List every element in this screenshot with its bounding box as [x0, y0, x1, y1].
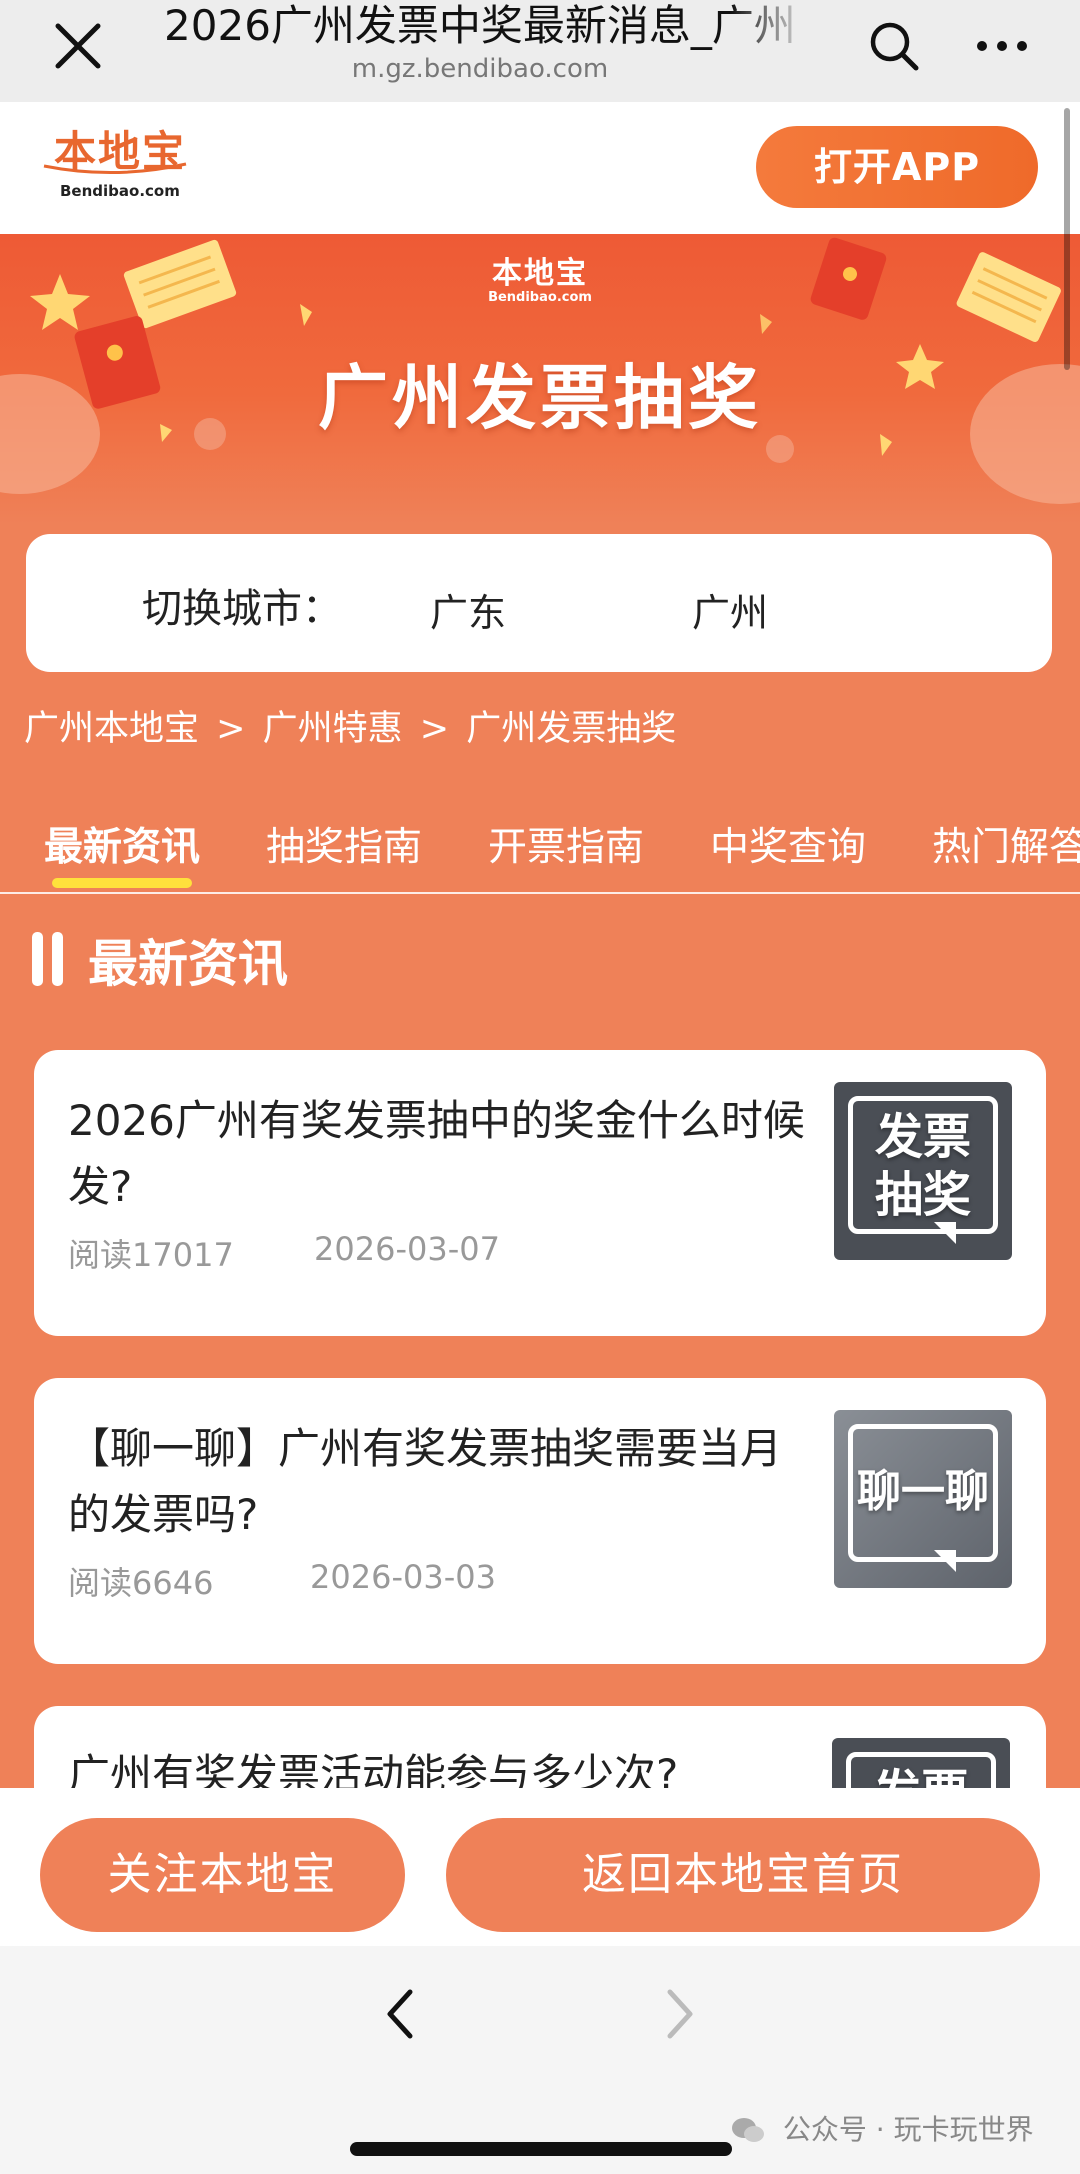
article-title[interactable]: 2026广州有奖发票抽中的奖金什么时候发?	[68, 1088, 808, 1220]
bubble-tail-icon	[934, 1222, 956, 1244]
tab-latest-news[interactable]: 最新资讯	[44, 816, 201, 888]
tab-hot-answers[interactable]: 热门解答	[932, 816, 1080, 886]
open-app-button[interactable]: 打开APP	[756, 126, 1038, 208]
tab-label: 热门解答	[932, 825, 1080, 870]
city-select[interactable]: 广州	[692, 582, 768, 637]
site-header: 本地宝 Bendibao.com 打开APP	[0, 102, 1080, 234]
section-marker	[52, 932, 63, 986]
article-title[interactable]: 【聊一聊】广州有奖发票抽奖需要当月的发票吗?	[68, 1416, 808, 1548]
thumb-line: 抽奖	[874, 1167, 971, 1223]
watermark-text: 公众号 · 玩卡玩世界	[782, 2113, 1034, 2146]
province-select[interactable]: 广东	[430, 582, 506, 637]
tab-prize-query[interactable]: 中奖查询	[710, 816, 866, 886]
scrollbar[interactable]	[1064, 108, 1070, 370]
wechat-watermark: 公众号 · 玩卡玩世界	[730, 2108, 1034, 2148]
back-to-home-button[interactable]: 返回本地宝首页	[446, 1818, 1040, 1932]
forward-arrow-icon[interactable]	[660, 1984, 700, 2044]
breadcrumb: 广州本地宝 > 广州特惠 > 广州发票抽奖	[24, 700, 682, 751]
article-thumbnail[interactable]: 发票 抽奖	[834, 1082, 1012, 1260]
bottom-action-bar: 关注本地宝 返回本地宝首页	[0, 1788, 1080, 1946]
tab-label: 开票指南	[488, 825, 645, 870]
banner-logo: 本地宝 Bendibao.com	[0, 248, 1080, 305]
logo-swoosh-icon	[43, 162, 187, 175]
browser-bottom-nav: 公众号 · 玩卡玩世界	[0, 1946, 1080, 2174]
browser-title-area: 2026广州发票中奖最新消息_广州 m.gz.bendibao.com	[150, 0, 810, 102]
banner: 本地宝 Bendibao.com 广州发票抽奖	[0, 234, 1080, 524]
page-url: m.gz.bendibao.com	[351, 54, 609, 84]
article-reads: 阅读17017	[68, 1236, 234, 1274]
section-marker	[32, 932, 43, 986]
search-icon[interactable]	[866, 18, 922, 74]
city-switch-card: 切换城市： 广东 广州	[26, 534, 1052, 672]
main-content: 本地宝 Bendibao.com 广州发票抽奖 切换城市： 广东 广州 广州本地…	[0, 234, 1080, 1788]
logo-domain: Bendibao.com	[60, 182, 180, 200]
more-icon[interactable]	[972, 18, 1032, 74]
thumb-line: 发票	[832, 1764, 1010, 1788]
back-arrow-icon[interactable]	[380, 1984, 420, 2044]
article-thumbnail[interactable]: 聊一聊	[834, 1410, 1012, 1588]
bubble-tail-icon	[934, 1550, 956, 1572]
breadcrumb-separator: >	[216, 709, 246, 749]
article-reads: 阅读6646	[68, 1564, 214, 1602]
article-date: 2026-03-03	[310, 1558, 496, 1596]
tab-label: 中奖查询	[710, 825, 867, 870]
category-tabs: 最新资讯 抽奖指南 开票指南 中奖查询 热门解答	[0, 810, 1080, 894]
banner-logo-text: 本地宝	[492, 256, 588, 291]
active-tab-indicator	[52, 878, 193, 888]
breadcrumb-current[interactable]: 广州发票抽奖	[466, 709, 676, 749]
follow-button[interactable]: 关注本地宝	[40, 1818, 405, 1932]
close-icon[interactable]	[48, 16, 108, 76]
article-card[interactable]: 广州有奖发票活动能参与多少次? 发票	[34, 1706, 1046, 1788]
breadcrumb-separator: >	[419, 709, 450, 749]
tab-lottery-guide[interactable]: 抽奖指南	[266, 816, 422, 886]
banner-title: 广州发票抽奖	[318, 357, 762, 439]
tab-label: 最新资讯	[44, 825, 201, 870]
tab-invoice-guide[interactable]: 开票指南	[488, 816, 644, 886]
article-title[interactable]: 广州有奖发票活动能参与多少次?	[68, 1742, 808, 1788]
breadcrumb-home[interactable]: 广州本地宝	[24, 709, 199, 749]
thumb-line: 聊一聊	[857, 1466, 989, 1517]
article-card[interactable]: 2026广州有奖发票抽中的奖金什么时候发? 阅读17017 2026-03-07…	[34, 1050, 1046, 1336]
home-indicator[interactable]	[350, 2142, 732, 2156]
bendibao-logo[interactable]: 本地宝 Bendibao.com	[40, 130, 200, 210]
wechat-icon	[732, 2118, 764, 2142]
browser-top-bar: 2026广州发票中奖最新消息_广州 m.gz.bendibao.com	[0, 0, 1080, 102]
thumb-line: 发票	[874, 1109, 971, 1165]
section-title: 最新资讯	[88, 935, 288, 993]
banner-logo-domain: Bendibao.com	[488, 290, 592, 305]
page-title: 2026广州发票中奖最新消息_广州	[164, 1, 796, 50]
city-switch-label: 切换城市：	[142, 586, 342, 632]
breadcrumb-deals[interactable]: 广州特惠	[263, 709, 403, 749]
tab-label: 抽奖指南	[266, 825, 423, 870]
article-thumbnail[interactable]: 发票	[832, 1738, 1010, 1788]
article-date: 2026-03-07	[314, 1230, 500, 1268]
article-card[interactable]: 【聊一聊】广州有奖发票抽奖需要当月的发票吗? 阅读6646 2026-03-03…	[34, 1378, 1046, 1664]
